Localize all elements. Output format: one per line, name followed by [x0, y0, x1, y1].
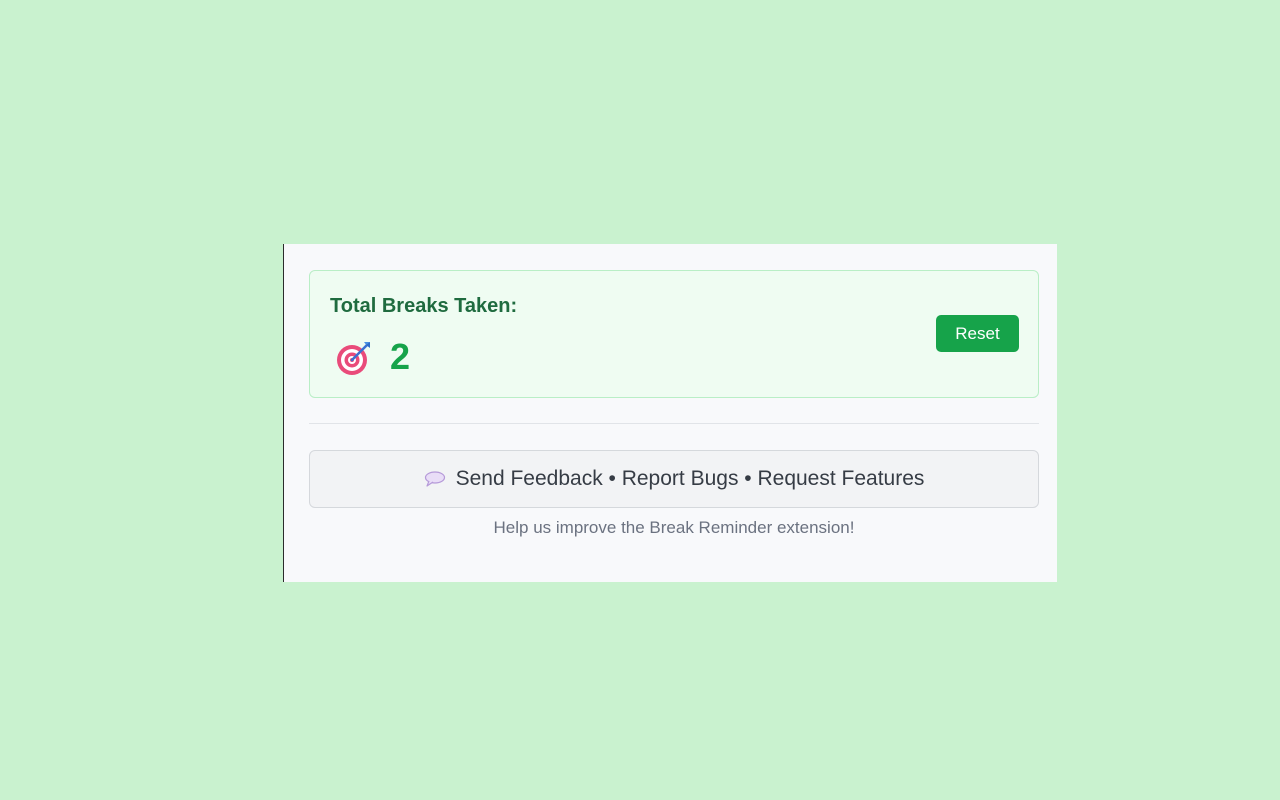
breaks-stats-card: Total Breaks Taken: 2 Reset [309, 270, 1039, 398]
total-breaks-label: Total Breaks Taken: [330, 295, 518, 317]
speech-bubble-icon [424, 470, 446, 488]
target-icon [334, 337, 374, 377]
popup-panel: Total Breaks Taken: 2 Reset Send Feedbac… [283, 244, 1057, 582]
section-divider [309, 423, 1039, 424]
breaks-count-row: 2 [334, 335, 410, 379]
help-text: Help us improve the Break Reminder exten… [493, 518, 855, 537]
feedback-button[interactable]: Send Feedback • Report Bugs • Request Fe… [309, 450, 1039, 508]
reset-button[interactable]: Reset [936, 315, 1019, 352]
feedback-button-label: Send Feedback • Report Bugs • Request Fe… [455, 467, 925, 490]
breaks-count-value: 2 [390, 336, 411, 377]
